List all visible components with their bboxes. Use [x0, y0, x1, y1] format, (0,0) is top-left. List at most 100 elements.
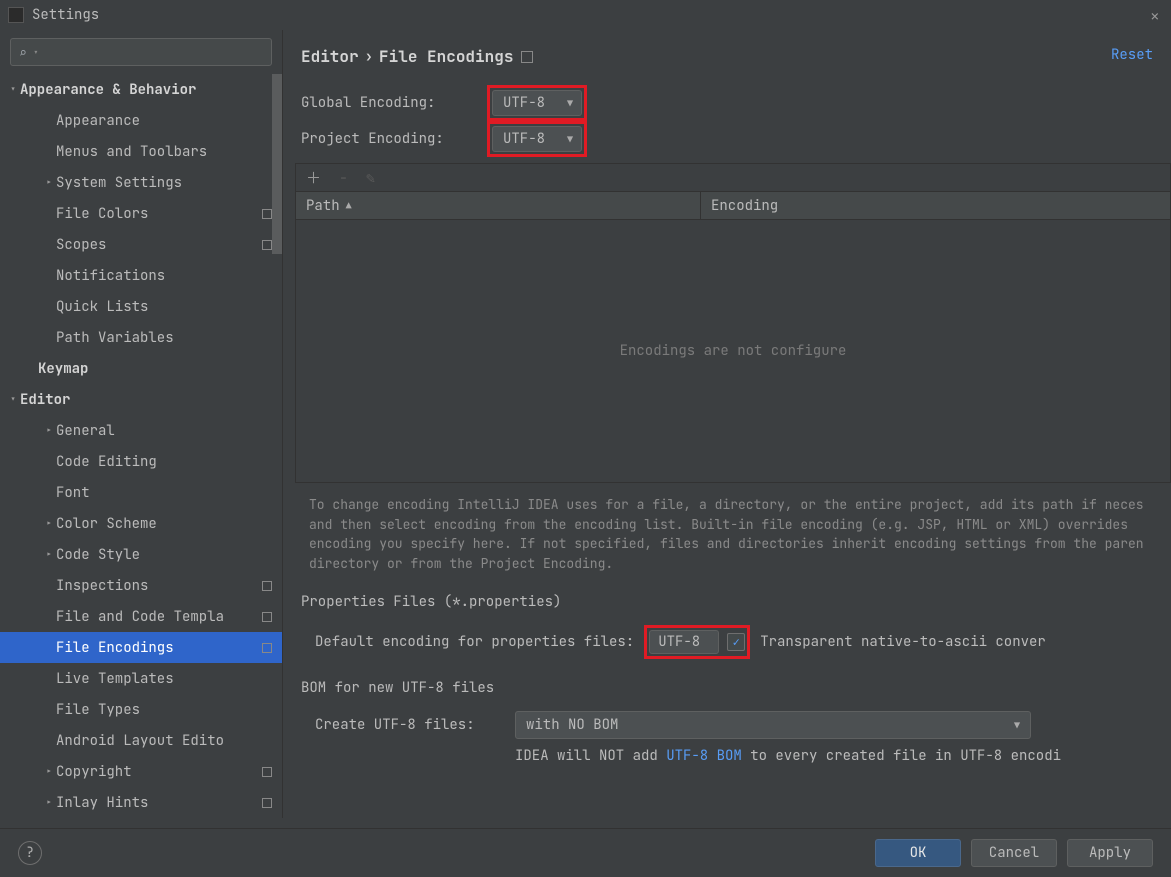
sidebar-item-label: Android Layout Edito [56, 732, 224, 750]
close-icon[interactable]: ✕ [1151, 8, 1159, 26]
breadcrumb-current: File Encodings [379, 46, 513, 67]
sidebar-item-label: Inspections [56, 577, 148, 595]
settings-content: Editor › File Encodings Reset Global Enc… [283, 30, 1171, 818]
sidebar-item-label: Live Templates [56, 670, 174, 688]
chevron-down-icon: ▼ [1014, 719, 1020, 732]
sidebar-item-path-variables[interactable]: Path Variables [0, 322, 282, 353]
create-utf8-label: Create UTF-8 files: [315, 716, 515, 734]
chevron-down-icon: ▾ [6, 393, 20, 407]
sidebar-item-notifications[interactable]: Notifications [0, 260, 282, 291]
settings-sidebar: ⌕ ▾ ▾Appearance & BehaviorAppearanceMenu… [0, 30, 283, 818]
sidebar-item-label: Scopes [56, 236, 106, 254]
sidebar-item-label: Copyright [56, 763, 132, 781]
sidebar-item-label: Editor [20, 391, 70, 409]
sidebar-item-general[interactable]: ▸General [0, 415, 282, 446]
chevron-right-icon: ▸ [42, 424, 56, 438]
encoding-hint: To change encoding IntelliJ IDEA uses fo… [283, 483, 1171, 577]
cancel-button[interactable]: Cancel [971, 839, 1057, 867]
sidebar-item-keymap[interactable]: Keymap [0, 353, 282, 384]
remove-button: − [339, 168, 348, 188]
sidebar-item-label: Appearance & Behavior [20, 81, 196, 99]
chevron-down-icon: ▾ [33, 46, 39, 59]
scope-icon [262, 240, 272, 250]
bom-section-label: BOM for new UTF-8 files [283, 663, 1171, 705]
column-path[interactable]: Path ▲ [296, 192, 701, 219]
transparent-ascii-checkbox[interactable]: ✓ [727, 633, 745, 651]
highlight-properties-encoding: UTF-8 ✓ [644, 625, 750, 659]
highlight-global-encoding: UTF-8 ▼ [487, 85, 587, 121]
window-title: Settings [32, 6, 99, 24]
chevron-down-icon: ▼ [567, 133, 573, 146]
sidebar-item-quick-lists[interactable]: Quick Lists [0, 291, 282, 322]
sidebar-item-label: Appearance [56, 112, 140, 130]
sidebar-item-label: Keymap [38, 360, 88, 378]
check-icon: ✓ [733, 634, 740, 650]
chevron-right-icon: ▸ [42, 176, 56, 190]
properties-encoding-label: Default encoding for properties files: [315, 633, 634, 651]
search-input[interactable]: ⌕ ▾ [10, 38, 272, 66]
chevron-down-icon: ▾ [6, 83, 20, 97]
scope-icon [262, 581, 272, 591]
column-encoding[interactable]: Encoding [701, 192, 788, 219]
sidebar-item-label: General [56, 422, 115, 440]
dialog-button-bar: ? OK Cancel Apply [0, 828, 1171, 877]
edit-button: ✎ [366, 168, 375, 188]
breadcrumb-parent[interactable]: Editor [301, 46, 359, 67]
project-encoding-combo[interactable]: UTF-8 ▼ [492, 126, 582, 152]
sidebar-item-label: Code Style [56, 546, 140, 564]
sidebar-item-label: File Types [56, 701, 140, 719]
ok-button[interactable]: OK [875, 839, 961, 867]
properties-section-label: Properties Files (*.properties) [283, 577, 1171, 619]
sidebar-item-code-editing[interactable]: Code Editing [0, 446, 282, 477]
sidebar-item-inspections[interactable]: Inspections [0, 570, 282, 601]
sidebar-item-color-scheme[interactable]: ▸Color Scheme [0, 508, 282, 539]
sidebar-item-android-layout-edito[interactable]: Android Layout Edito [0, 725, 282, 756]
sidebar-item-live-templates[interactable]: Live Templates [0, 663, 282, 694]
sidebar-item-label: File Colors [56, 205, 148, 223]
sidebar-item-label: System Settings [56, 174, 182, 192]
sidebar-item-code-style[interactable]: ▸Code Style [0, 539, 282, 570]
sidebar-item-scopes[interactable]: Scopes [0, 229, 282, 260]
chevron-right-icon: ▸ [42, 517, 56, 531]
sidebar-item-copyright[interactable]: ▸Copyright [0, 756, 282, 787]
sidebar-item-label: Font [56, 484, 90, 502]
help-button[interactable]: ? [18, 841, 42, 865]
sidebar-item-appearance-behavior[interactable]: ▾Appearance & Behavior [0, 74, 282, 105]
properties-encoding-combo[interactable]: UTF-8 [649, 630, 719, 654]
sidebar-item-file-encodings[interactable]: File Encodings [0, 632, 282, 663]
add-button[interactable]: ＋ [306, 167, 321, 188]
settings-tree[interactable]: ▾Appearance & BehaviorAppearanceMenus an… [0, 74, 282, 818]
scope-icon [521, 51, 533, 63]
sidebar-item-label: Path Variables [56, 329, 174, 347]
sidebar-item-label: Menus and Toolbars [56, 143, 207, 161]
search-icon: ⌕ [19, 44, 27, 61]
create-utf8-combo[interactable]: with NO BOM ▼ [515, 711, 1031, 739]
sidebar-item-file-and-code-templa[interactable]: File and Code Templa [0, 601, 282, 632]
sidebar-item-file-types[interactable]: File Types [0, 694, 282, 725]
sidebar-item-appearance[interactable]: Appearance [0, 105, 282, 136]
sidebar-item-label: Notifications [56, 267, 165, 285]
utf8-bom-link[interactable]: UTF-8 BOM [666, 747, 742, 765]
sidebar-item-label: Code Editing [56, 453, 157, 471]
sidebar-item-label: File and Code Templa [56, 608, 224, 626]
scope-icon [262, 643, 272, 653]
scope-icon [262, 767, 272, 777]
sidebar-item-font[interactable]: Font [0, 477, 282, 508]
sidebar-item-inlay-hints[interactable]: ▸Inlay Hints [0, 787, 282, 818]
table-empty-text: Encodings are not configure [296, 220, 1170, 482]
project-encoding-label: Project Encoding: [301, 130, 487, 148]
scope-icon [262, 209, 272, 219]
reset-link[interactable]: Reset [1111, 46, 1153, 64]
sidebar-item-menus-and-toolbars[interactable]: Menus and Toolbars [0, 136, 282, 167]
scope-icon [262, 798, 272, 808]
sidebar-item-system-settings[interactable]: ▸System Settings [0, 167, 282, 198]
sidebar-item-file-colors[interactable]: File Colors [0, 198, 282, 229]
chevron-down-icon: ▼ [567, 97, 573, 110]
global-encoding-combo[interactable]: UTF-8 ▼ [492, 90, 582, 116]
apply-button[interactable]: Apply [1067, 839, 1153, 867]
global-encoding-label: Global Encoding: [301, 94, 487, 112]
sidebar-item-label: Quick Lists [56, 298, 148, 316]
scrollbar-thumb[interactable] [272, 74, 282, 254]
app-icon [8, 7, 24, 23]
sidebar-item-editor[interactable]: ▾Editor [0, 384, 282, 415]
